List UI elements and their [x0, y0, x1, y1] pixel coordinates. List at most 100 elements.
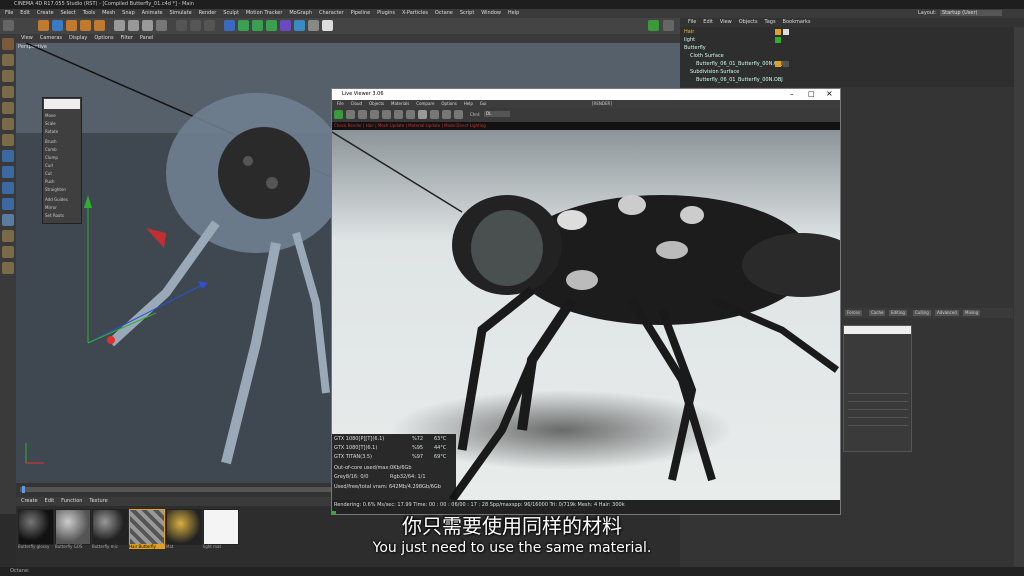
octane-icon[interactable]	[648, 20, 659, 31]
pen-icon[interactable]	[238, 20, 249, 31]
scene-icon[interactable]	[294, 20, 305, 31]
menu-x-particles[interactable]: X-Particles	[402, 9, 428, 18]
live-viewer-window[interactable]: Live Viewer 3.06 – □ × File Cloud Object…	[331, 88, 841, 515]
workplane-icon[interactable]	[2, 86, 14, 98]
viewport-menu-filter[interactable]: Filter	[121, 34, 133, 43]
tab-mixing[interactable]: Mixing	[963, 310, 981, 316]
texture-mode-icon[interactable]	[2, 70, 14, 82]
save-icon[interactable]	[406, 110, 415, 119]
hair-tool-brush[interactable]: Brush	[45, 138, 57, 145]
region-icon[interactable]	[430, 110, 439, 119]
tag-icon[interactable]	[775, 37, 781, 43]
stop-icon[interactable]	[370, 110, 379, 119]
lv-menu-cloud[interactable]: Cloud	[351, 100, 362, 108]
close-button[interactable]: ×	[826, 89, 833, 98]
hair-tool-comb[interactable]: Comb	[45, 146, 57, 153]
menu-edit[interactable]: Edit	[20, 9, 30, 18]
menu-plugins[interactable]: Plugins	[377, 9, 395, 18]
tab-cache[interactable]: Cache	[869, 310, 886, 316]
gear-icon[interactable]	[663, 20, 674, 31]
axis-mode-icon[interactable]	[2, 150, 14, 162]
rotate-icon[interactable]	[80, 20, 91, 31]
lock-icon[interactable]	[2, 198, 14, 210]
hair-tool-rotate[interactable]: Rotate	[45, 128, 58, 135]
tag-icon[interactable]	[783, 29, 789, 35]
menu-file[interactable]: File	[5, 9, 13, 18]
light-icon[interactable]	[322, 20, 333, 31]
minimize-button[interactable]: –	[790, 90, 794, 98]
render-settings-icon[interactable]	[204, 20, 215, 31]
menu-mesh[interactable]: Mesh	[102, 9, 115, 18]
menu-render[interactable]: Render	[199, 9, 217, 18]
menu-character[interactable]: Character	[319, 9, 344, 18]
vertex-icon[interactable]	[2, 262, 14, 274]
hair-tool-cut[interactable]: Cut	[45, 170, 52, 177]
obj-menu-file[interactable]: File	[688, 18, 696, 27]
cube-icon[interactable]	[224, 20, 235, 31]
x-axis-icon[interactable]	[114, 20, 125, 31]
hair-tool-straighten[interactable]: Straighten	[45, 186, 66, 193]
focus-icon[interactable]	[454, 110, 463, 119]
obj-menu-tags[interactable]: Tags	[765, 18, 776, 27]
obj-menu-edit[interactable]: Edit	[703, 18, 713, 27]
pick-icon[interactable]	[442, 110, 451, 119]
scale-icon[interactable]	[66, 20, 77, 31]
viewport-menu-display[interactable]: Display	[69, 34, 87, 43]
menu-select[interactable]: Select	[60, 9, 75, 18]
obj-menu-objects[interactable]: Objects	[739, 18, 758, 27]
render-view-icon[interactable]	[176, 20, 187, 31]
subdivision-icon[interactable]	[252, 20, 263, 31]
hair-mode-icon[interactable]	[2, 230, 14, 242]
maximize-button[interactable]: □	[808, 90, 815, 98]
menu-simulate[interactable]: Simulate	[170, 9, 192, 18]
menu-help[interactable]: Help	[508, 9, 519, 18]
hair-tool-set-roots[interactable]: Set Roots	[45, 212, 64, 219]
curve-graph[interactable]	[848, 386, 908, 426]
sphere-icon[interactable]	[418, 110, 427, 119]
object-row[interactable]: Butterfly_06_01_Butterfly_00N.OBJ	[696, 76, 783, 85]
last-tool-icon[interactable]	[94, 20, 105, 31]
tab-forces[interactable]: Forces	[845, 310, 862, 316]
hair-tool-scale[interactable]: Scale	[45, 120, 56, 127]
tweak-icon[interactable]	[2, 166, 14, 178]
hair-tool-push[interactable]: Push	[45, 178, 55, 185]
tag-icon[interactable]	[775, 61, 781, 67]
pause-icon[interactable]	[358, 110, 367, 119]
restart-icon[interactable]	[346, 110, 355, 119]
y-axis-icon[interactable]	[128, 20, 139, 31]
floating-window-titlebar[interactable]	[844, 326, 911, 334]
guide-icon[interactable]	[2, 246, 14, 258]
menu-motion-tracker[interactable]: Motion Tracker	[246, 9, 283, 18]
viewport-menu-cameras[interactable]: Cameras	[40, 34, 62, 43]
points-mode-icon[interactable]	[2, 102, 14, 114]
channel-dropdown[interactable]: DL	[484, 111, 510, 117]
menu-octane[interactable]: Octane	[435, 9, 453, 18]
timeline-playhead[interactable]	[22, 486, 25, 493]
viewport-menu-options[interactable]: Options	[94, 34, 113, 43]
lv-menu-options[interactable]: Options	[441, 100, 456, 108]
z-axis-icon[interactable]	[142, 20, 153, 31]
move-icon[interactable]	[52, 20, 63, 31]
tab-editing[interactable]: Editing	[889, 310, 907, 316]
lv-menu-materials[interactable]: Materials	[391, 100, 409, 108]
hair-tool-clump[interactable]: Clump	[45, 154, 58, 161]
viewport-menu-panel[interactable]: Panel	[140, 34, 154, 43]
deformer-icon[interactable]	[280, 20, 291, 31]
lv-menu-help[interactable]: Help	[464, 100, 473, 108]
lv-menu-objects[interactable]: Objects	[369, 100, 384, 108]
render-view[interactable]: GTX 1080[P][T](6.1) %72 63°C GTX 1080[T]…	[332, 130, 840, 500]
menu-snap[interactable]: Snap	[122, 9, 135, 18]
render-picture-icon[interactable]	[190, 20, 201, 31]
menu-script[interactable]: Script	[460, 9, 475, 18]
menu-sculpt[interactable]: Sculpt	[223, 9, 239, 18]
edges-mode-icon[interactable]	[2, 118, 14, 130]
lv-menu-gui[interactable]: Gui	[480, 100, 487, 108]
hair-tool-mirror[interactable]: Mirror	[45, 204, 57, 211]
tab-culling[interactable]: Culling	[913, 310, 931, 316]
floating-curve-window[interactable]	[843, 325, 912, 452]
menu-tools[interactable]: Tools	[83, 9, 95, 18]
array-icon[interactable]	[266, 20, 277, 31]
camera-icon[interactable]	[308, 20, 319, 31]
hair-tool-curl[interactable]: Curl	[45, 162, 53, 169]
hair-tools-search[interactable]	[44, 99, 80, 109]
